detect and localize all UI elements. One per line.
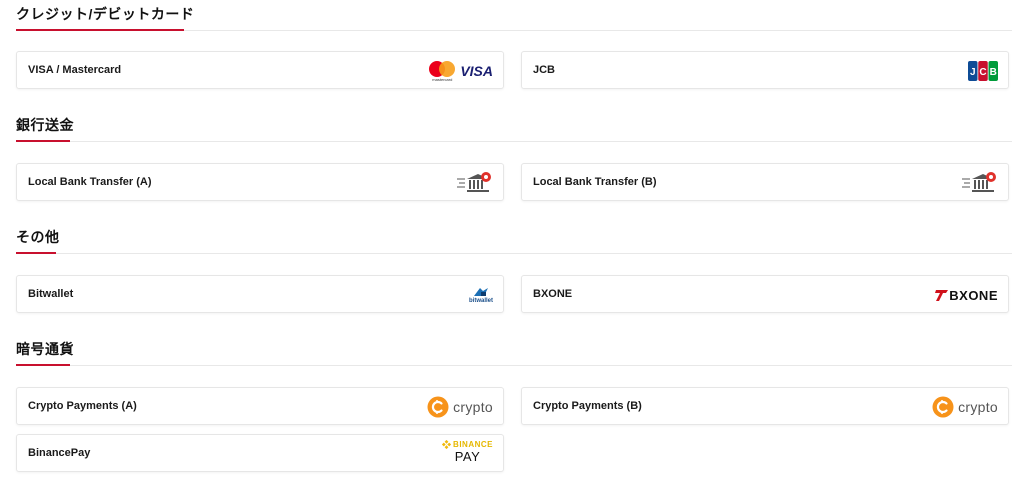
title-underline: [16, 29, 184, 31]
payment-option-bxone[interactable]: BXONE BXONE: [521, 275, 1009, 313]
bitwallet-logo: bitwallet: [469, 282, 493, 308]
section-bank-transfer: 銀行送金: [16, 115, 1012, 142]
section-title: 暗号通貨: [16, 341, 74, 357]
binance-pay-wordmark: PAY: [454, 449, 481, 464]
payment-option-local-bank-a[interactable]: Local Bank Transfer (A): [16, 163, 504, 201]
visa-mastercard-logo: mastercard VISA: [428, 58, 493, 84]
payment-option-label: Local Bank Transfer (A): [28, 176, 152, 188]
binance-pay-logo: BINANCE PAY: [442, 439, 493, 465]
svg-text:J: J: [970, 67, 976, 78]
visa-icon: VISA: [460, 63, 493, 79]
payment-option-bitwallet[interactable]: Bitwallet bitwallet: [16, 275, 504, 313]
title-underline: [16, 364, 70, 366]
payment-option-label: Crypto Payments (A): [28, 400, 137, 412]
crypto-logo: crypto: [932, 394, 998, 420]
section-title: その他: [16, 229, 60, 245]
bxone-logo: BXONE: [935, 282, 998, 308]
bxone-wordmark: BXONE: [949, 287, 998, 303]
section-cards: クレジット/デビットカード: [16, 4, 1012, 31]
section-header: 暗号通貨: [16, 339, 1012, 366]
bxone-icon: [935, 290, 949, 301]
crypto-wordmark: crypto: [958, 399, 998, 415]
payment-option-visa-mastercard[interactable]: VISA / Mastercard mastercard VISA: [16, 51, 504, 89]
payment-option-jcb[interactable]: JCB J C B: [521, 51, 1009, 89]
section-title: 銀行送金: [16, 117, 74, 133]
bank-transfer-icon: [962, 170, 998, 196]
mastercard-wordmark: mastercard: [432, 77, 453, 82]
title-underline: [16, 252, 56, 254]
binance-icon: [442, 440, 452, 449]
bank-transfer-icon: [457, 170, 493, 196]
payment-option-label: Local Bank Transfer (B): [533, 176, 657, 188]
payment-option-label: VISA / Mastercard: [28, 64, 122, 76]
section-header: 銀行送金: [16, 115, 1012, 142]
section-header: その他: [16, 227, 1012, 254]
crypto-wordmark: crypto: [453, 399, 493, 415]
payment-option-label: Bitwallet: [28, 288, 74, 300]
bitwallet-wordmark: bitwallet: [468, 298, 493, 304]
svg-text:C: C: [979, 67, 986, 78]
mastercard-icon: mastercard: [428, 60, 456, 82]
payment-option-binancepay[interactable]: BinancePay BINANCE PAY: [16, 434, 504, 472]
crypto-coin-icon: [427, 396, 449, 418]
payment-option-crypto-a[interactable]: Crypto Payments (A) crypto: [16, 387, 504, 425]
payment-option-label: BinancePay: [28, 447, 91, 459]
section-other: その他: [16, 227, 1012, 254]
crypto-coin-icon: [932, 396, 954, 418]
title-underline: [16, 140, 70, 142]
section-crypto: 暗号通貨: [16, 339, 1012, 366]
section-title: クレジット/デビットカード: [16, 6, 195, 22]
crypto-logo: crypto: [427, 394, 493, 420]
bitwallet-icon: [473, 288, 488, 296]
payment-option-label: BXONE: [533, 288, 573, 300]
jcb-icon: J C B: [968, 58, 998, 84]
svg-text:B: B: [990, 67, 997, 78]
payment-option-label: Crypto Payments (B): [533, 400, 642, 412]
binance-wordmark: BINANCE: [453, 440, 493, 449]
payment-option-label: JCB: [533, 64, 556, 76]
payment-option-crypto-b[interactable]: Crypto Payments (B) crypto: [521, 387, 1009, 425]
payment-option-local-bank-b[interactable]: Local Bank Transfer (B): [521, 163, 1009, 201]
section-header: クレジット/デビットカード: [16, 4, 1012, 31]
